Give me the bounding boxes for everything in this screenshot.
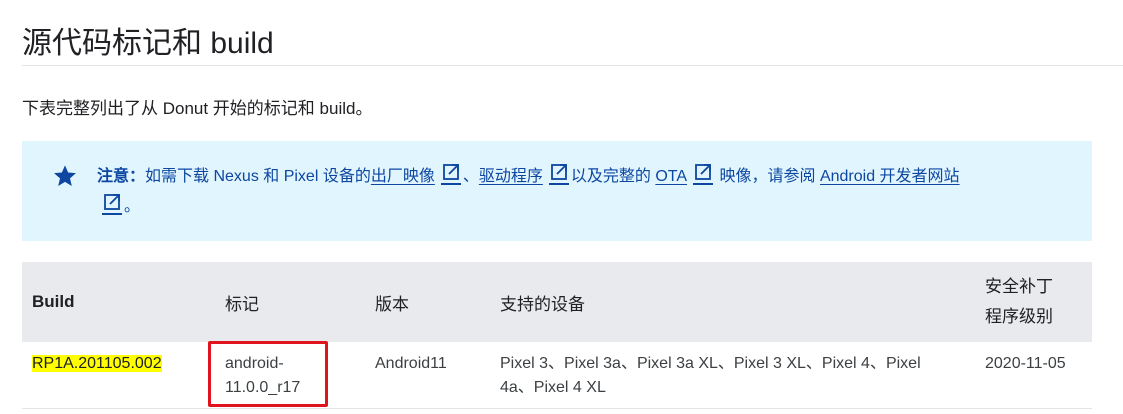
header-patch-line-2: 程序级别 (985, 307, 1053, 326)
builds-table: Build 标记 版本 支持的设备 安全补丁 程序级别 RP1A.201105.… (22, 262, 1092, 409)
devices-line-1: Pixel 3、Pixel 3a、Pixel 3a XL、Pixel 3 XL、… (500, 355, 921, 372)
header-build: Build (32, 292, 75, 311)
build-id-highlighted: RP1A.201105.002 (32, 355, 162, 372)
note-label: 注意： (97, 168, 146, 185)
drivers-link[interactable]: 驱动程序 (479, 168, 543, 185)
header-patch-level: 安全补丁 程序级别 (975, 262, 1092, 342)
page: 源代码标记和 build 下表完整列出了从 Donut 开始的标记和 build… (0, 0, 1123, 414)
cell-tag: android- 11.0.0_r17 (215, 342, 365, 409)
external-link-icon[interactable] (440, 162, 461, 185)
external-link-icon[interactable] (548, 162, 569, 185)
table-header-row: Build 标记 版本 支持的设备 安全补丁 程序级别 (22, 262, 1092, 342)
external-link-icon[interactable] (102, 192, 122, 215)
star-icon (54, 165, 76, 186)
note-text: 注意：如需下载 Nexus 和 Pixel 设备的出厂映像 、驱动程序 以及完整的 … (97, 162, 1057, 222)
note-callout: 注意：如需下载 Nexus 和 Pixel 设备的出厂映像 、驱动程序 以及完整的 … (22, 141, 1092, 241)
factory-images-link[interactable]: 出厂映像 (371, 168, 435, 185)
title-divider (22, 65, 1123, 66)
tag-line-2: 11.0.0_r17 (225, 379, 301, 396)
cell-version: Android11 (365, 342, 490, 409)
external-link-icon[interactable] (693, 162, 714, 185)
tag-line-1: android- (225, 355, 284, 372)
cell-patch-level: 2020-11-05 (975, 342, 1092, 409)
note-separator: 、 (462, 168, 479, 185)
note-text-1: 如需下载 Nexus 和 Pixel 设备的 (145, 168, 371, 185)
cell-devices: Pixel 3、Pixel 3a、Pixel 3a XL、Pixel 3 XL、… (490, 342, 975, 409)
ota-link[interactable]: OTA (655, 168, 687, 185)
header-patch-line-1: 安全补丁 (985, 277, 1053, 296)
header-version: 版本 (375, 294, 409, 314)
android-developers-link[interactable]: Android 开发者网站 (820, 168, 960, 185)
note-text-3: 映像，请参阅 (715, 168, 820, 185)
note-text-2: 以及完整的 (570, 168, 656, 185)
builds-table-container: Build 标记 版本 支持的设备 安全补丁 程序级别 RP1A.201105.… (22, 262, 1092, 409)
note-text-4: 。 (124, 198, 141, 215)
header-devices: 支持的设备 (500, 294, 585, 314)
table-row: RP1A.201105.002 android- 11.0.0_r17 Andr… (22, 342, 1092, 409)
intro-text: 下表完整列出了从 Donut 开始的标记和 build。 (22, 99, 373, 118)
header-tag: 标记 (225, 294, 259, 314)
page-title: 源代码标记和 build (22, 27, 274, 60)
cell-build: RP1A.201105.002 (22, 342, 215, 409)
devices-line-2: 4a、Pixel 4 XL (500, 379, 606, 396)
